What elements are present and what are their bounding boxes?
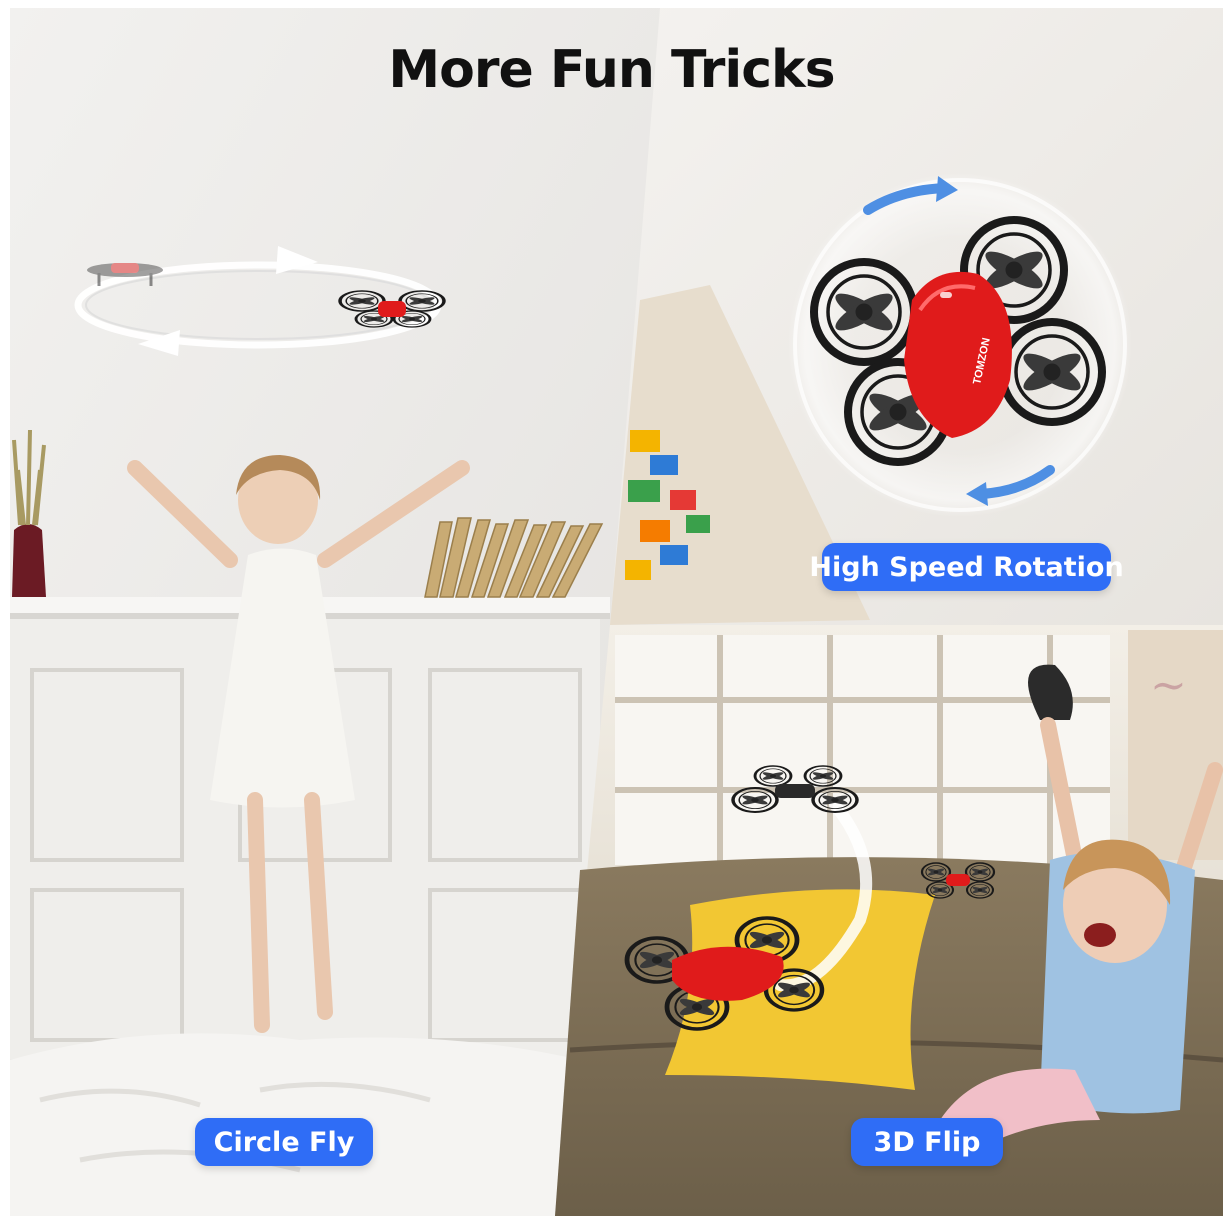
circle-fly-badge: Circle Fly: [195, 1118, 373, 1166]
3d-flip-badge: 3D Flip: [851, 1118, 1003, 1166]
scene-artwork: TOMZON ~: [10, 8, 1223, 1216]
svg-text:~: ~: [1150, 660, 1187, 711]
rotation-scene: TOMZON: [610, 8, 1223, 625]
product-feature-graphic: TOMZON ~ More Fun Tricks High Speed Rota…: [0, 0, 1223, 1216]
high-speed-rotation-badge: High Speed Rotation: [809, 543, 1124, 591]
page-title: More Fun Tricks: [388, 40, 835, 100]
circle-fly-scene: [10, 8, 665, 1216]
